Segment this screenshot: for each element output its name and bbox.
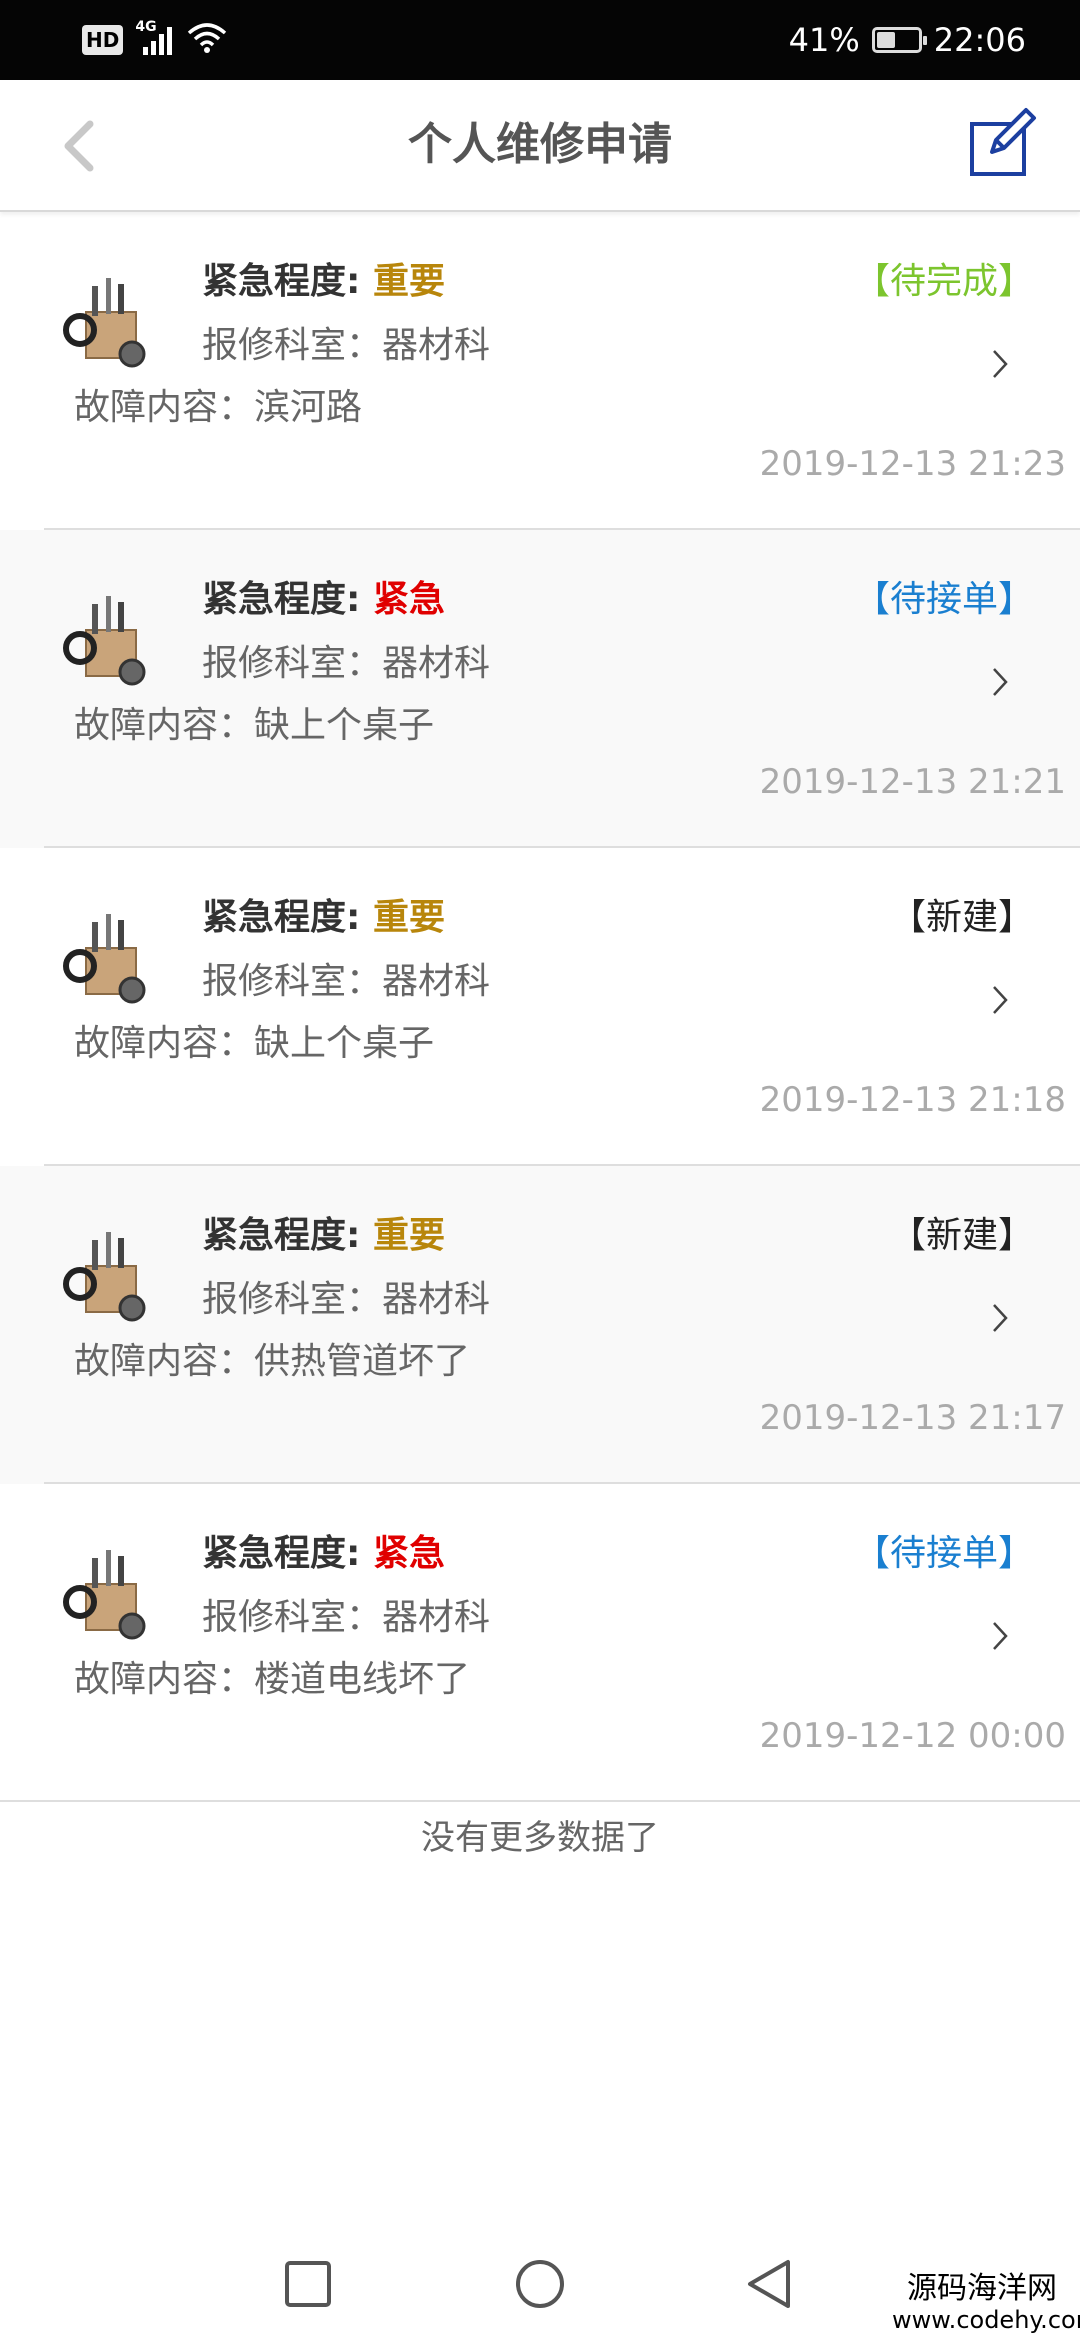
system-back-button[interactable] [744, 2258, 796, 2310]
status-left: HD 4G [82, 19, 227, 60]
fault-content: 故障内容：缺上个桌子 [74, 696, 434, 748]
timestamp: 2019-12-13 21:18 [759, 1080, 1066, 1120]
status-bar: HD 4G 41% 22:06 [0, 0, 1080, 80]
urgency-label: 紧急程度: [202, 579, 373, 620]
urgency-value: 重要 [372, 261, 445, 302]
toolbox-icon [63, 914, 146, 1004]
department-label: 报修科室： [202, 643, 383, 684]
department-value: 器材科 [382, 1597, 491, 1638]
chevron-right-icon [993, 986, 1008, 1014]
department: 报修科室：器材科 [202, 316, 490, 368]
chevron-right-icon [993, 1622, 1008, 1650]
chevron-right-icon [993, 1304, 1008, 1332]
chevron-right-icon [993, 668, 1008, 696]
fault-label: 故障内容： [74, 1659, 255, 1700]
status-right: 41% 22:06 [789, 18, 1026, 62]
department-value: 器材科 [382, 961, 491, 1002]
list-item[interactable]: 紧急程度: 重要 【待完成】 报修科室：器材科 故障内容：滨河路 2019-12… [0, 212, 1080, 530]
clock: 22:06 [933, 21, 1026, 59]
urgency-value: 紧急 [372, 579, 445, 620]
urgency-label: 紧急程度: [202, 261, 373, 302]
battery-percent: 41% [788, 21, 860, 59]
department-label: 报修科室： [202, 1279, 383, 1320]
watermark-line2: www.codehy.com [892, 2305, 1080, 2334]
urgency-level: 紧急程度: 紧急 [202, 570, 445, 622]
fault-label: 故障内容： [74, 1341, 255, 1382]
new-request-button[interactable] [966, 106, 1040, 180]
wifi-icon [187, 21, 227, 59]
urgency-level: 紧急程度: 重要 [202, 1206, 445, 1258]
toolbox-icon [63, 1550, 146, 1640]
timestamp: 2019-12-13 21:23 [759, 444, 1066, 484]
department: 报修科室：器材科 [202, 1270, 490, 1322]
chevron-right-icon [993, 350, 1008, 378]
toolbox-icon [63, 596, 146, 686]
battery-icon [871, 27, 927, 53]
urgency-value: 重要 [372, 897, 445, 938]
department: 报修科室：器材科 [202, 952, 490, 1004]
department-label: 报修科室： [202, 961, 383, 1002]
header: 个人维修申请 [0, 80, 1080, 212]
fault-content: 故障内容：缺上个桌子 [74, 1014, 434, 1066]
divider [0, 1800, 1080, 1802]
toolbox-icon [63, 278, 146, 368]
fault-label: 故障内容： [74, 387, 255, 428]
fault-content: 故障内容：楼道电线坏了 [74, 1650, 470, 1702]
repair-request-list: 紧急程度: 重要 【待完成】 报修科室：器材科 故障内容：滨河路 2019-12… [0, 212, 1080, 1802]
fault-value: 缺上个桌子 [254, 705, 435, 746]
fault-value: 供热管道坏了 [254, 1341, 471, 1382]
fault-value: 滨河路 [254, 387, 363, 428]
fault-content: 故障内容：供热管道坏了 [74, 1332, 470, 1384]
signal-icon: 4G [135, 19, 175, 57]
fault-label: 故障内容： [74, 1023, 255, 1064]
fault-value: 楼道电线坏了 [254, 1659, 471, 1700]
status-badge: 【新建】 [889, 1215, 1034, 1256]
timestamp: 2019-12-13 21:21 [759, 762, 1066, 802]
list-item[interactable]: 紧急程度: 重要 【新建】 报修科室：器材科 故障内容：缺上个桌子 2019-1… [0, 848, 1080, 1166]
home-button[interactable] [514, 2258, 566, 2310]
urgency-value: 重要 [372, 1215, 445, 1256]
circle-icon [516, 2260, 564, 2308]
department: 报修科室：器材科 [202, 1588, 490, 1640]
urgency-label: 紧急程度: [202, 1215, 373, 1256]
department-label: 报修科室： [202, 1597, 383, 1638]
no-more-data-text: 没有更多数据了 [421, 1818, 659, 1858]
timestamp: 2019-12-13 21:17 [759, 1398, 1066, 1438]
list-item[interactable]: 紧急程度: 紧急 【待接单】 报修科室：器材科 故障内容：楼道电线坏了 2019… [0, 1484, 1080, 1802]
urgency-value: 紧急 [372, 1533, 445, 1574]
urgency-level: 紧急程度: 重要 [202, 888, 445, 940]
recent-apps-button[interactable] [282, 2258, 334, 2310]
department: 报修科室：器材科 [202, 634, 490, 686]
fault-value: 缺上个桌子 [254, 1023, 435, 1064]
fault-content: 故障内容：滨河路 [74, 378, 362, 430]
urgency-label: 紧急程度: [202, 897, 373, 938]
toolbox-icon [63, 1232, 146, 1322]
triangle-back-icon [748, 2260, 790, 2308]
department-value: 器材科 [382, 1279, 491, 1320]
department-value: 器材科 [382, 643, 491, 684]
fault-label: 故障内容： [74, 705, 255, 746]
urgency-level: 紧急程度: 紧急 [202, 1524, 445, 1576]
watermark-line1: 源码海洋网 [907, 2271, 1057, 2306]
list-item[interactable]: 紧急程度: 重要 【新建】 报修科室：器材科 故障内容：供热管道坏了 2019-… [0, 1166, 1080, 1484]
urgency-level: 紧急程度: 重要 [202, 252, 445, 304]
urgency-label: 紧急程度: [202, 1533, 373, 1574]
status-badge: 【待完成】 [853, 261, 1034, 302]
timestamp: 2019-12-12 00:00 [759, 1716, 1066, 1756]
hd-badge: HD [82, 25, 124, 55]
department-label: 报修科室： [202, 325, 383, 366]
square-icon [285, 2261, 331, 2307]
list-item[interactable]: 紧急程度: 紧急 【待接单】 报修科室：器材科 故障内容：缺上个桌子 2019-… [0, 530, 1080, 848]
page-title: 个人维修申请 [408, 119, 672, 170]
watermark: 源码海洋网 www.codehy.com [892, 2271, 1080, 2335]
department-value: 器材科 [382, 325, 491, 366]
status-badge: 【待接单】 [853, 579, 1034, 620]
status-badge: 【新建】 [889, 897, 1034, 938]
edit-icon [970, 108, 1036, 176]
status-badge: 【待接单】 [853, 1533, 1034, 1574]
